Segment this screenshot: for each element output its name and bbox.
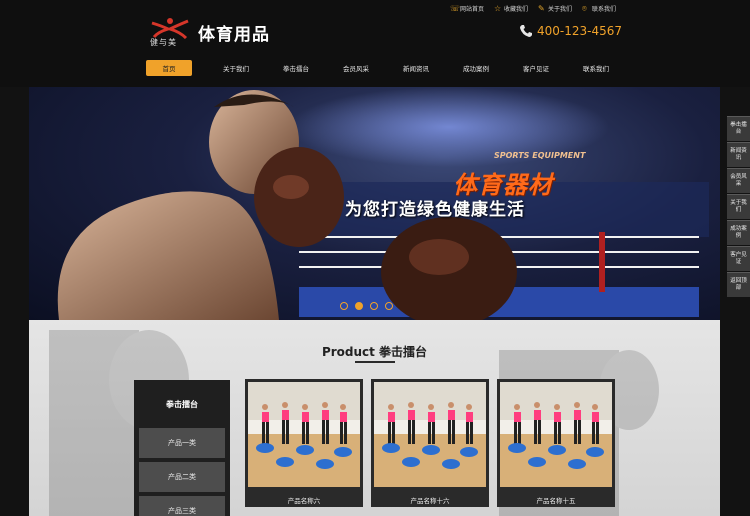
boxing-glove [381,217,517,320]
title-underline [355,361,395,363]
products-section: Product 拳击擂台 拳击擂台 产品一类 产品二类 产品三类 产品名称六 产… [29,320,720,516]
star-icon: ☆ [493,3,502,13]
nav-item-testimonials[interactable]: 客户见证 [506,60,566,76]
slider-dot-active[interactable] [355,302,363,310]
float-item-back-to-top[interactable]: 返回顶部 [727,272,750,297]
hero-banner[interactable]: SPORTS EQUIPMENT 体育器材 为您打造绿色健康生活 [29,87,720,320]
phone-icon [520,25,532,37]
nav-item-about[interactable]: 关于我们 [206,60,266,76]
hotline: 400-123-4567 [519,24,622,38]
nav-item-contact[interactable]: 联系我们 [566,60,626,76]
product-cards: 产品名称六 产品名称十六 产品名称十五 [245,379,615,507]
nav-item-home[interactable]: 首页 [146,60,192,76]
logo[interactable]: 健与美 体育用品 [146,15,286,49]
product-name: 产品名称十六 [410,497,450,505]
float-item-about[interactable]: 关于我们 [727,194,750,219]
category-sidebar: 拳击擂台 产品一类 产品二类 产品三类 [134,380,230,516]
product-name: 产品名称十五 [536,497,576,505]
float-item-cases[interactable]: 成功案例 [727,220,750,245]
slider-dot[interactable] [385,302,393,310]
logo-figure-icon [151,18,189,39]
top-links: ☏ 网站首页 ☆ 收藏我们 ✎ 关于我们 ⌾ 联系我们 [450,4,616,13]
banner-slogan: 为您打造绿色健康生活 [345,200,525,220]
phone-number: 400-123-4567 [537,24,623,38]
category-item-1[interactable]: 产品一类 [139,428,225,458]
section-title: Product 拳击擂台 [321,345,428,359]
banner-subtitle: SPORTS EQUIPMENT [494,151,586,160]
logo-title: 体育用品 [198,25,270,45]
category-item-3[interactable]: 产品三类 [139,496,225,516]
product-card[interactable]: 产品名称十六 [371,379,489,507]
product-image [374,382,486,487]
float-item-boxing-ring[interactable]: 拳击擂台 [727,116,750,141]
product-name: 产品名称六 [287,497,321,505]
logo-brand: 健与美 [150,38,177,47]
float-item-testimonials[interactable]: 客户见证 [727,246,750,271]
site-header: ☏ 网站首页 ☆ 收藏我们 ✎ 关于我们 ⌾ 联系我们 健与美 体育用品 400-123… [0,0,750,87]
floating-side-menu: 拳击擂台 新闻资讯 会员风采 关于我们 成功案例 客户见证 返回顶部 [727,116,750,298]
slider-dots [340,302,393,310]
nav-item-boxing-ring[interactable]: 拳击擂台 [266,60,326,76]
category-title: 拳击擂台 [166,399,198,409]
boxer-figure [57,90,344,320]
slider-dot[interactable] [340,302,348,310]
slider-dot[interactable] [370,302,378,310]
chat-icon: ☏ [449,3,460,13]
location-icon: ⌾ [581,3,587,13]
product-card[interactable]: 产品名称六 [245,379,363,507]
page-root: ☏ 网站首页 ☆ 收藏我们 ✎ 关于我们 ⌾ 联系我们 健与美 体育用品 400-123… [0,0,750,516]
float-item-members[interactable]: 会员风采 [727,168,750,193]
product-image [248,382,360,487]
toplink-label: 联系我们 [591,6,616,13]
product-image [500,382,612,487]
toplink-label: 关于我们 [547,6,572,13]
link-icon: ✎ [537,3,545,13]
nav-item-members[interactable]: 会员风采 [326,60,386,76]
toplink-label: 网站首页 [459,6,484,13]
toplink-about[interactable]: ✎ 关于我们 [538,4,572,13]
product-card[interactable]: 产品名称十五 [497,379,615,507]
nav-item-news[interactable]: 新闻资讯 [386,60,446,76]
category-item-2[interactable]: 产品二类 [139,462,225,492]
nav-item-cases[interactable]: 成功案例 [446,60,506,76]
toplink-favorite[interactable]: ☆ 收藏我们 [494,4,528,13]
toplink-label: 收藏我们 [503,6,528,13]
toplink-contact[interactable]: ⌾ 联系我们 [582,4,616,13]
float-item-news[interactable]: 新闻资讯 [727,142,750,167]
main-nav: 首页 关于我们 拳击擂台 会员风采 新闻资讯 成功案例 客户见证 联系我们 [146,60,626,76]
toplink-home[interactable]: ☏ 网站首页 [450,4,484,13]
